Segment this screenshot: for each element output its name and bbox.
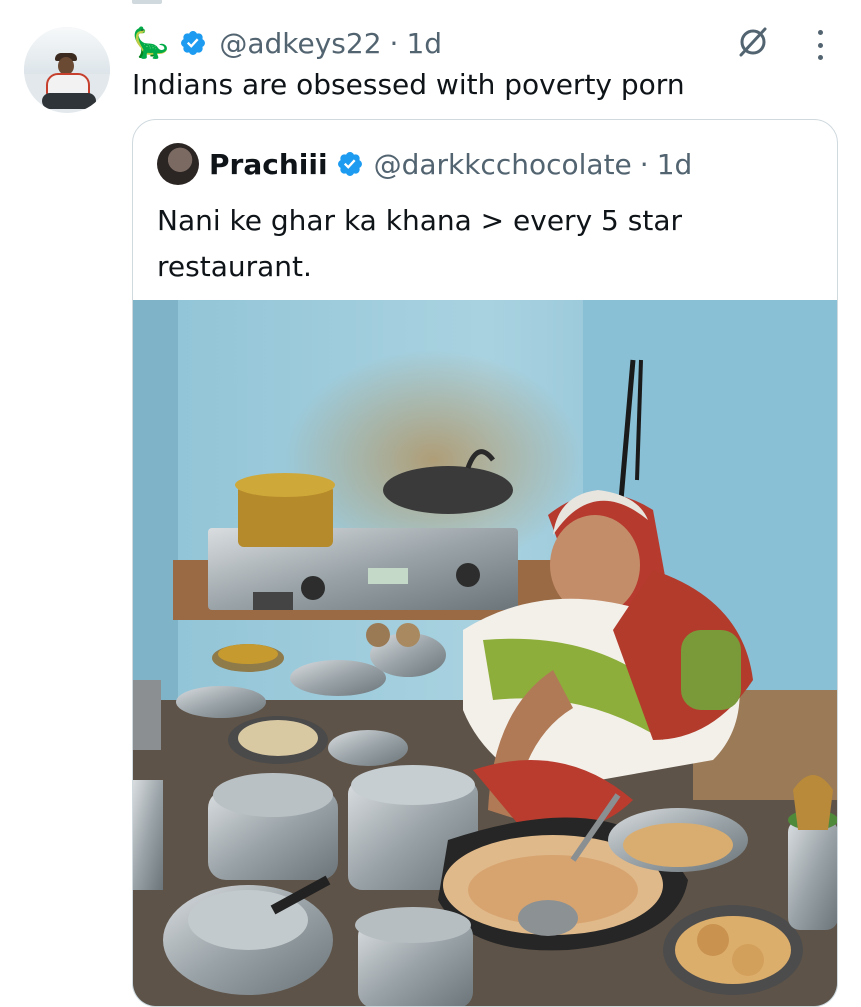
- separator-dot: ·: [639, 147, 649, 181]
- more-options-icon[interactable]: [812, 30, 828, 60]
- separator-dot: ·: [389, 26, 399, 60]
- verified-badge-icon: [337, 152, 362, 176]
- quoted-tweet-header: Prachiii @darkkcchocolate · 1d: [157, 143, 693, 185]
- grok-icon[interactable]: [736, 25, 770, 59]
- kitchen-photo: [133, 300, 837, 1006]
- quoted-timestamp[interactable]: 1d: [657, 148, 693, 181]
- tweet-header: 🦕 @adkeys22 · 1d: [132, 24, 442, 62]
- verified-badge-icon: [181, 31, 206, 55]
- dinosaur-emoji[interactable]: 🦕: [132, 26, 169, 61]
- quoted-avatar[interactable]: [157, 143, 199, 185]
- quoted-tweet-text: Nani ke ghar ka khana > every 5 star res…: [157, 204, 682, 283]
- quoted-tweet-card[interactable]: Prachiii @darkkcchocolate · 1d Nani ke g…: [132, 119, 838, 1007]
- quoted-tweet-photo[interactable]: [133, 300, 837, 1006]
- quoted-author-handle[interactable]: @darkkcchocolate: [374, 148, 632, 181]
- tweet-text: Indians are obsessed with poverty porn: [132, 68, 685, 101]
- author-handle[interactable]: @adkeys22: [219, 27, 381, 60]
- thread-connector-line: [132, 0, 162, 4]
- tweet-timestamp[interactable]: 1d: [406, 27, 442, 60]
- avatar[interactable]: [24, 27, 110, 113]
- quoted-author-name[interactable]: Prachiii: [209, 148, 328, 181]
